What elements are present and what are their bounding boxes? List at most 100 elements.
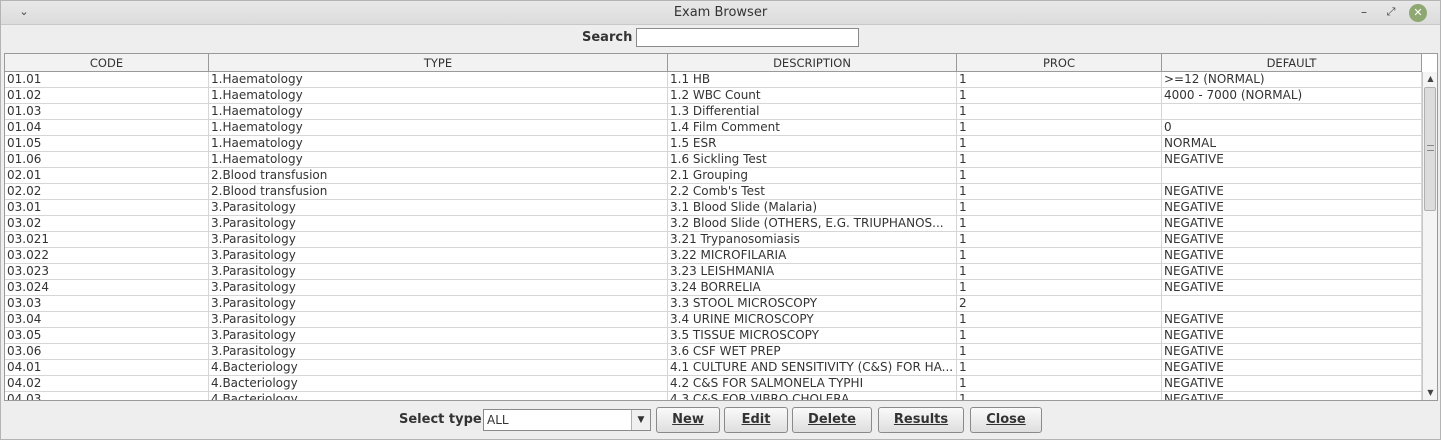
exam-table: CODE TYPE DESCRIPTION PROC DEFAULT 01.01… bbox=[4, 53, 1438, 401]
table-row[interactable]: 04.02 4.Bacteriology 4.2 C&S FOR SALMONELA… bbox=[5, 376, 1422, 392]
cell-proc: 1 bbox=[957, 184, 1162, 200]
table-row[interactable]: 01.06 1.Haematology 1.6 Sickling Test 1 NEGA… bbox=[5, 152, 1422, 168]
scroll-down-arrow-icon[interactable]: ▼ bbox=[1423, 386, 1437, 400]
cell-code: 01.04 bbox=[5, 120, 209, 136]
column-header-type[interactable]: TYPE bbox=[209, 54, 668, 72]
search-input[interactable] bbox=[636, 28, 859, 47]
cell-type: 4.Bacteriology bbox=[209, 376, 668, 392]
edit-button[interactable]: Edit bbox=[724, 407, 788, 433]
maximize-icon[interactable]: ⤢ bbox=[1382, 3, 1400, 21]
cell-proc: 1 bbox=[957, 72, 1162, 88]
cell-description: 3.2 Blood Slide (OTHERS, E.G. TRIUPHANOS… bbox=[668, 216, 957, 232]
cell-description: 1.5 ESR bbox=[668, 136, 957, 152]
cell-code: 04.03 bbox=[5, 392, 209, 400]
type-select[interactable]: ALL ▼ bbox=[483, 409, 651, 431]
cell-proc: 1 bbox=[957, 88, 1162, 104]
cell-proc: 1 bbox=[957, 168, 1162, 184]
cell-default: 0 bbox=[1162, 120, 1422, 136]
cell-code: 03.022 bbox=[5, 248, 209, 264]
cell-code: 02.02 bbox=[5, 184, 209, 200]
column-header-description[interactable]: DESCRIPTION bbox=[668, 54, 957, 72]
cell-proc: 1 bbox=[957, 360, 1162, 376]
cell-type: 3.Parasitology bbox=[209, 296, 668, 312]
close-button[interactable]: Close bbox=[970, 407, 1042, 433]
cell-description: 4.3 C&S FOR VIBRO CHOLERA bbox=[668, 392, 957, 400]
table-row[interactable]: 01.02 1.Haematology 1.2 WBC Count 1 4000 - 7… bbox=[5, 88, 1422, 104]
table-row[interactable]: 03.05 3.Parasitology 3.5 TISSUE MICROSCOPY… bbox=[5, 328, 1422, 344]
table-row[interactable]: 03.06 3.Parasitology 3.6 CSF WET PREP 1 NEGA… bbox=[5, 344, 1422, 360]
chevron-down-icon[interactable]: ▼ bbox=[631, 410, 650, 430]
table-row[interactable]: 01.01 1.Haematology 1.1 HB 1 >=12 (NORMAL) bbox=[5, 72, 1422, 88]
cell-type: 1.Haematology bbox=[209, 88, 668, 104]
cell-code: 01.01 bbox=[5, 72, 209, 88]
table-row[interactable]: 01.03 1.Haematology 1.3 Differential 1 bbox=[5, 104, 1422, 120]
cell-default: NEGATIVE bbox=[1162, 232, 1422, 248]
delete-button[interactable]: Delete bbox=[792, 407, 872, 433]
cell-type: 4.Bacteriology bbox=[209, 392, 668, 400]
table-row[interactable]: 01.05 1.Haematology 1.5 ESR 1 NORMAL bbox=[5, 136, 1422, 152]
scroll-thumb[interactable] bbox=[1424, 87, 1436, 211]
table-row[interactable]: 03.03 3.Parasitology 3.3 STOOL MICROSCOPY 2 bbox=[5, 296, 1422, 312]
vertical-scrollbar[interactable]: ▲ ▼ bbox=[1422, 72, 1437, 400]
close-icon[interactable]: ✕ bbox=[1409, 4, 1427, 22]
cell-code: 03.02 bbox=[5, 216, 209, 232]
table-header: CODE TYPE DESCRIPTION PROC DEFAULT bbox=[5, 54, 1422, 72]
table-row[interactable]: 03.04 3.Parasitology 3.4 URINE MICROSCOPY 1… bbox=[5, 312, 1422, 328]
cell-default: NEGATIVE bbox=[1162, 216, 1422, 232]
cell-code: 03.023 bbox=[5, 264, 209, 280]
cell-proc: 2 bbox=[957, 296, 1162, 312]
table-row[interactable]: 04.03 4.Bacteriology 4.3 C&S FOR VIBRO CHO… bbox=[5, 392, 1422, 400]
minimize-icon[interactable]: – bbox=[1355, 3, 1373, 21]
table-row[interactable]: 02.02 2.Blood transfusion 2.2 Comb's Test 1… bbox=[5, 184, 1422, 200]
cell-proc: 1 bbox=[957, 280, 1162, 296]
cell-proc: 1 bbox=[957, 248, 1162, 264]
cell-description: 1.6 Sickling Test bbox=[668, 152, 957, 168]
table-row[interactable]: 03.02 3.Parasitology 3.2 Blood Slide (OTHE… bbox=[5, 216, 1422, 232]
cell-description: 1.1 HB bbox=[668, 72, 957, 88]
table-row[interactable]: 03.022 3.Parasitology 3.22 MICROFILARIA 1 NE… bbox=[5, 248, 1422, 264]
cell-default: NEGATIVE bbox=[1162, 344, 1422, 360]
cell-default: NEGATIVE bbox=[1162, 328, 1422, 344]
cell-default bbox=[1162, 296, 1422, 312]
table-row[interactable]: 03.021 3.Parasitology 3.21 Trypanosomiasis… bbox=[5, 232, 1422, 248]
table-row[interactable]: 04.01 4.Bacteriology 4.1 CULTURE AND SENSI… bbox=[5, 360, 1422, 376]
cell-proc: 1 bbox=[957, 120, 1162, 136]
cell-type: 3.Parasitology bbox=[209, 264, 668, 280]
cell-type: 3.Parasitology bbox=[209, 200, 668, 216]
cell-default: NEGATIVE bbox=[1162, 312, 1422, 328]
column-header-proc[interactable]: PROC bbox=[957, 54, 1162, 72]
title-bar: ⌄ Exam Browser – ⤢ ✕ bbox=[1, 1, 1440, 25]
cell-default: 4000 - 7000 (NORMAL) bbox=[1162, 88, 1422, 104]
cell-type: 1.Haematology bbox=[209, 104, 668, 120]
cell-default: NEGATIVE bbox=[1162, 360, 1422, 376]
column-header-code[interactable]: CODE bbox=[5, 54, 209, 72]
exam-browser-window: ⌄ Exam Browser – ⤢ ✕ Search CODE TYPE DE… bbox=[0, 0, 1441, 440]
cell-description: 3.1 Blood Slide (Malaria) bbox=[668, 200, 957, 216]
column-header-default[interactable]: DEFAULT bbox=[1162, 54, 1422, 72]
type-select-value: ALL bbox=[487, 413, 509, 427]
cell-type: 1.Haematology bbox=[209, 72, 668, 88]
cell-proc: 1 bbox=[957, 136, 1162, 152]
cell-code: 01.05 bbox=[5, 136, 209, 152]
cell-description: 3.23 LEISHMANIA bbox=[668, 264, 957, 280]
cell-default bbox=[1162, 104, 1422, 120]
cell-default: NEGATIVE bbox=[1162, 376, 1422, 392]
cell-type: 3.Parasitology bbox=[209, 344, 668, 360]
table-row[interactable]: 03.023 3.Parasitology 3.23 LEISHMANIA 1 NEGA… bbox=[5, 264, 1422, 280]
table-row[interactable]: 03.024 3.Parasitology 3.24 BORRELIA 1 NEGATI… bbox=[5, 280, 1422, 296]
cell-default: NEGATIVE bbox=[1162, 264, 1422, 280]
scroll-up-arrow-icon[interactable]: ▲ bbox=[1423, 72, 1437, 86]
table-row[interactable]: 02.01 2.Blood transfusion 2.1 Grouping 1 bbox=[5, 168, 1422, 184]
new-button[interactable]: New bbox=[656, 407, 720, 433]
table-row[interactable]: 01.04 1.Haematology 1.4 Film Comment 1 0 bbox=[5, 120, 1422, 136]
results-button[interactable]: Results bbox=[878, 407, 964, 433]
cell-proc: 1 bbox=[957, 312, 1162, 328]
cell-proc: 1 bbox=[957, 232, 1162, 248]
table-row[interactable]: 03.01 3.Parasitology 3.1 Blood Slide (Mala… bbox=[5, 200, 1422, 216]
cell-default: >=12 (NORMAL) bbox=[1162, 72, 1422, 88]
cell-code: 03.06 bbox=[5, 344, 209, 360]
search-label: Search bbox=[582, 30, 633, 45]
cell-type: 4.Bacteriology bbox=[209, 360, 668, 376]
cell-type: 3.Parasitology bbox=[209, 280, 668, 296]
cell-default: NEGATIVE bbox=[1162, 152, 1422, 168]
